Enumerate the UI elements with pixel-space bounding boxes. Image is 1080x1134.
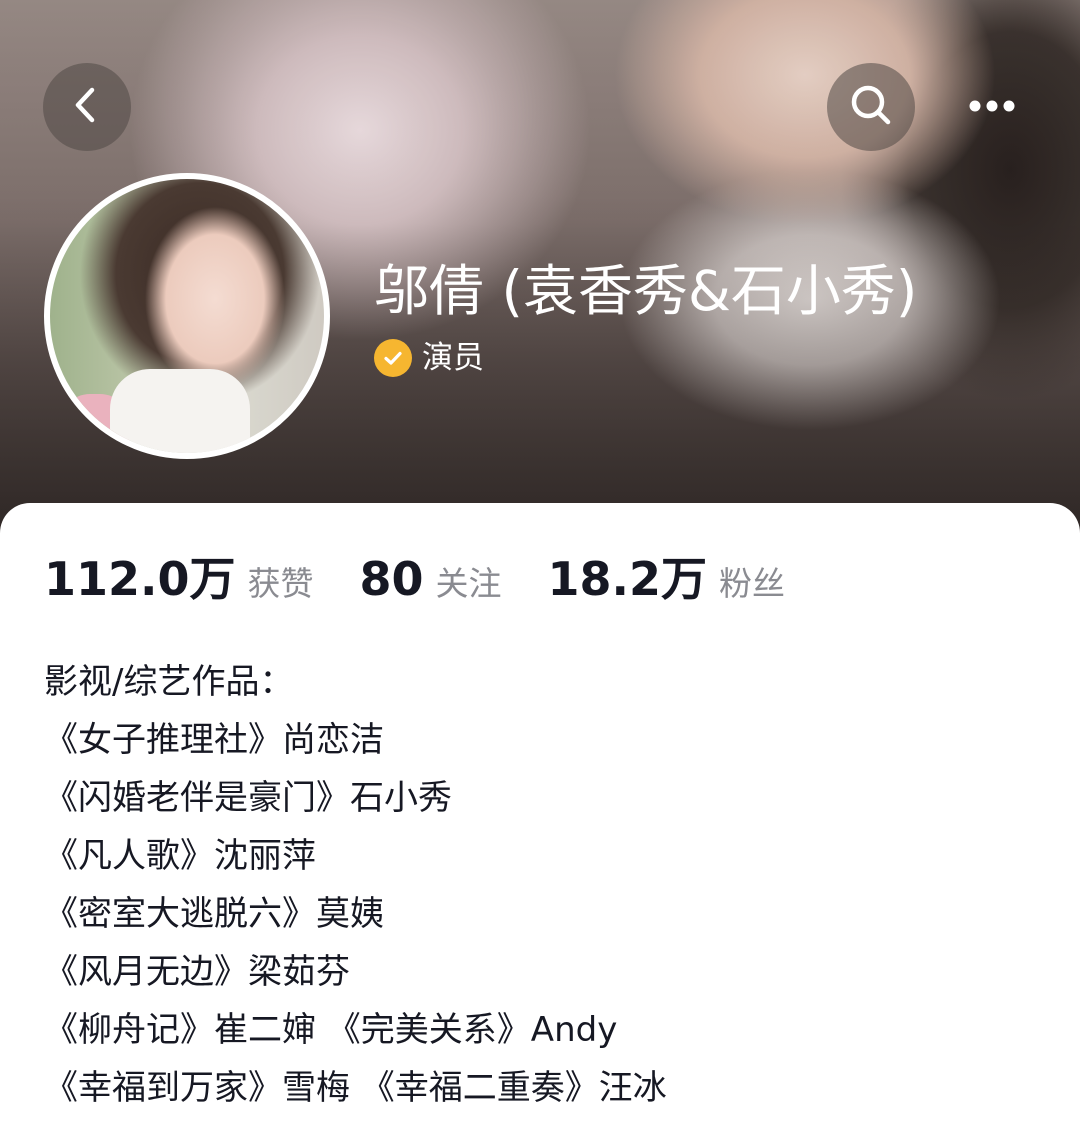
bio-line: 《凡人歌》沈丽萍 [44,836,316,876]
bio-line: 《密室大逃脱六》莫姨 [44,894,384,934]
stat-likes-value: 112.0万 [44,552,236,606]
chevron-left-icon [65,83,109,131]
bio-line: 《幸福到万家》雪梅 《幸福二重奏》汪冰 [44,1068,667,1108]
back-button[interactable] [43,63,131,151]
profile-bio: 影视/综艺作品： 《女子推理社》尚恋洁 《闪婚老伴是豪门》石小秀 《凡人歌》沈丽… [44,653,667,1117]
stat-likes: 112.0万 获赞 [44,543,314,609]
stat-likes-label: 获赞 [247,564,314,603]
verification-label: 演员 [422,340,484,376]
bio-line: 《女子推理社》尚恋洁 [44,720,384,760]
stat-following-label: 关注 [435,564,502,603]
profile-stats: 112.0万 获赞 80 关注 18.2万 粉丝 [44,543,831,609]
search-button[interactable] [827,63,915,151]
avatar-neck-shape [110,369,250,453]
profile-name: 邬倩 (袁香秀&石小秀) [374,259,918,323]
search-icon [847,81,895,133]
bio-heading: 影视/综艺作品： [44,662,294,702]
more-horizontal-icon [968,98,1016,117]
profile-avatar[interactable] [44,173,330,459]
stat-followers-value: 18.2万 [547,552,708,606]
stat-followers[interactable]: 18.2万 粉丝 [548,543,786,609]
bio-line: 《闪婚老伴是豪门》石小秀 [44,778,452,818]
bio-line: 《柳舟记》崔二婶 《完美关系》Andy [44,1010,618,1050]
stat-followers-label: 粉丝 [719,564,786,603]
more-button[interactable] [960,78,1024,136]
stat-following[interactable]: 80 关注 [360,552,502,606]
verified-check-icon [374,339,412,377]
profile-info-card: 112.0万 获赞 80 关注 18.2万 粉丝 影视/综艺作品： 《女子推理社… [0,503,1080,1134]
bio-line: 《风月无边》梁茹芬 [44,952,350,992]
stat-following-value: 80 [359,552,424,606]
verification-row: 演员 [374,337,484,379]
